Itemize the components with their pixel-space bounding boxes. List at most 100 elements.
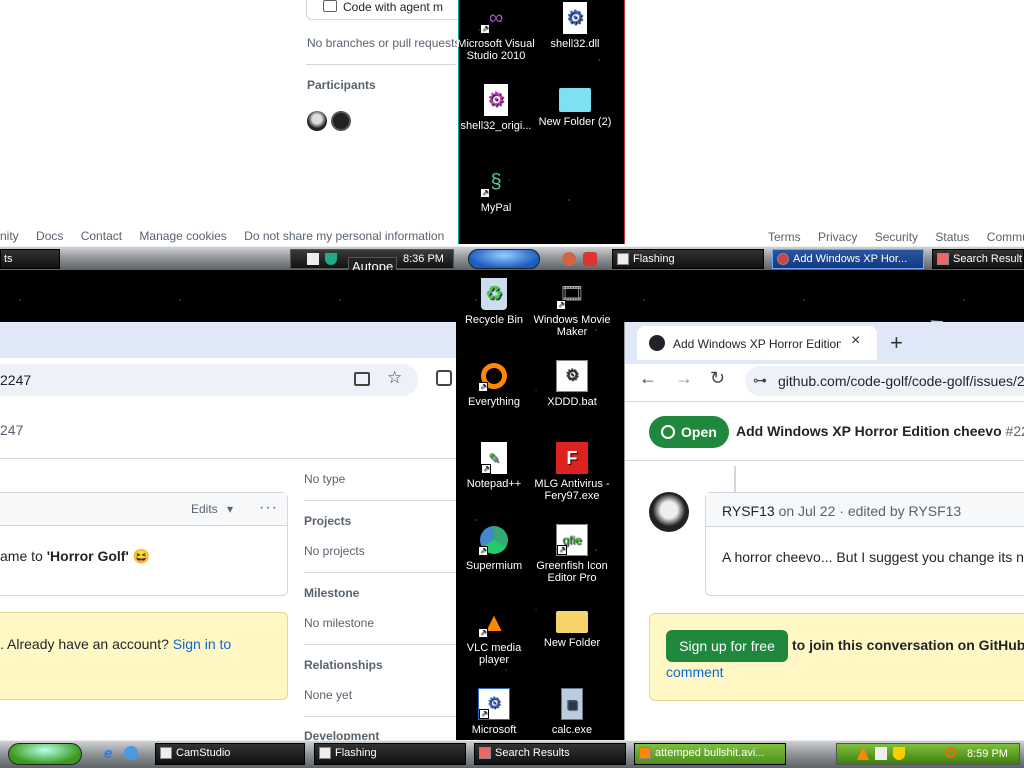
tray-icon[interactable] [307, 253, 319, 265]
desktop-icon-movie-maker[interactable]: 🎞 ↗ Windows Movie Maker [532, 278, 612, 338]
desktop-icon-everything[interactable]: ↗ Everything [454, 360, 534, 408]
avatar[interactable] [331, 111, 351, 131]
url-bar[interactable]: ⊶ github.com/code-golf/code-golf/issues/… [745, 366, 1024, 396]
avatar[interactable] [307, 111, 327, 131]
footer-link[interactable]: Terms [768, 230, 801, 244]
avatar[interactable] [649, 492, 689, 532]
desktop-icon-label: Microsoft Visual Studio 2010 [457, 38, 535, 62]
calculator-icon: ▦ [561, 688, 583, 720]
firefox-icon[interactable] [562, 252, 576, 266]
tray-clock[interactable]: 8:59 PM [967, 745, 1008, 763]
sidebar-type-value: No type [304, 472, 346, 486]
app-icon[interactable] [124, 746, 138, 760]
desktop-icon-label: MyPal [480, 202, 512, 214]
vlc-tray-icon[interactable] [857, 747, 869, 760]
folder-icon [559, 88, 591, 112]
desktop-icon-vlc[interactable]: ▲ ↗ VLC media player [454, 606, 534, 666]
start-button[interactable] [468, 249, 540, 269]
desktop-icon-shell32-orig[interactable]: ⚙ shell32_origi... [456, 84, 536, 132]
desktop-icon-label: Windows Movie Maker [533, 314, 611, 338]
back-icon[interactable]: ← [639, 368, 657, 389]
footer-link[interactable]: Status [935, 230, 969, 244]
taskbar-button-camstudio[interactable]: CamStudio [155, 743, 305, 765]
desktop-icon-mypal[interactable]: § ↗ MyPal [456, 166, 536, 214]
divider [625, 401, 1024, 402]
desktop-icon-greenfish[interactable]: gfie ↗ Greenfish Icon Editor Pro [532, 524, 612, 584]
forward-icon[interactable]: → [675, 368, 693, 389]
install-icon[interactable] [354, 372, 370, 386]
divider [304, 716, 456, 717]
footer-link[interactable]: Docs [36, 229, 63, 243]
computer-icon [323, 0, 337, 12]
desktop-icon-xddd[interactable]: ⚙ XDDD.bat [532, 360, 612, 408]
sidebar-relationships-heading[interactable]: Relationships [304, 658, 383, 672]
desktop-icon-supermium[interactable]: ↗ Supermium [454, 524, 534, 572]
desktop-icon-microsoft[interactable]: ⚙ ↗ Microsoft [454, 688, 534, 736]
sidebar-projects-heading[interactable]: Projects [304, 514, 351, 528]
taskbar-button-video[interactable]: attemped bullshit.avi... [634, 743, 786, 765]
taskbar-button-search-results[interactable]: Search Results [474, 743, 626, 765]
desktop-icon-label: XDDD.bat [547, 396, 597, 408]
supermium-icon: ↗ [478, 524, 510, 556]
taskbar-button-flashing[interactable]: Flashing [612, 249, 764, 269]
code-with-agent-button[interactable]: Code with agent m [306, 0, 466, 20]
desktop-icon-notepad[interactable]: ✎ ↗ Notepad++ [454, 442, 534, 490]
reload-icon[interactable]: ↻ [710, 368, 725, 389]
app-icon[interactable] [583, 252, 597, 266]
signup-comment-link[interactable]: comment [666, 664, 724, 680]
signin-link[interactable]: Sign in to [173, 636, 231, 652]
start-button[interactable] [8, 743, 82, 765]
comment-author[interactable]: RYSF13 [722, 503, 775, 519]
desktop-icon-label: New Folder [543, 637, 601, 649]
tray-clock[interactable]: 8:36 PM [403, 250, 444, 268]
desktop-icon-label: Everything [468, 396, 520, 408]
desktop-icon-mlg-antivirus[interactable]: F MLG Antivirus - Fery97.exe [532, 442, 612, 502]
desktop-icon-new-folder-2[interactable]: New Folder (2) [535, 84, 615, 128]
taskbar-button-label: attemped bullshit.avi... [655, 747, 765, 759]
shield-icon[interactable] [893, 747, 905, 760]
desktop-icon-visual-studio[interactable]: ∞ ↗ Microsoft Visual Studio 2010 [456, 2, 536, 62]
shield-icon[interactable] [325, 253, 337, 265]
tray-icon[interactable] [875, 747, 887, 760]
taskbar-button-flashing[interactable]: Flashing [314, 743, 466, 765]
star-icon[interactable]: ☆ [387, 368, 402, 388]
antivirus-icon: F [556, 442, 588, 474]
recycle-bin-icon: ♻ [481, 278, 507, 310]
comment-body: ame to 'Horror Golf' 😆 [0, 548, 151, 564]
dll-icon: ⚙ [484, 84, 508, 116]
footer-link[interactable]: Do not share my personal information [244, 229, 444, 243]
taskbar-button-github[interactable]: Add Windows XP Hor... [772, 249, 924, 269]
footer-link[interactable]: Contact [81, 229, 122, 243]
desktop-icon-calc[interactable]: ▦ calc.exe [532, 688, 612, 736]
extensions-icon[interactable] [436, 370, 452, 386]
close-icon[interactable]: × [851, 332, 860, 350]
footer-link[interactable]: Manage cookies [139, 229, 226, 243]
timeline-line [734, 466, 736, 492]
desktop-icon-shell32[interactable]: ⚙ shell32.dll [535, 2, 615, 50]
footer-link[interactable]: nity [0, 229, 19, 243]
internet-explorer-icon[interactable]: e [104, 745, 112, 762]
more-options-icon[interactable]: ··· [259, 499, 278, 517]
sidebar-milestone-heading[interactable]: Milestone [304, 586, 359, 600]
divider [304, 572, 456, 573]
site-info-icon[interactable]: ⊶ [753, 372, 767, 389]
taskbar-button-search[interactable]: Search Result [932, 249, 1024, 269]
footer-link[interactable]: Security [875, 230, 918, 244]
search-icon[interactable] [945, 747, 956, 758]
taskbar-button[interactable]: ts [0, 249, 60, 269]
visual-studio-icon: ∞ ↗ [480, 7, 504, 34]
url-text: github.com/code-golf/code-golf/issues/2 [778, 373, 1024, 389]
footer-link[interactable]: Commu [987, 230, 1024, 244]
sidebar-milestone-value: No milestone [304, 616, 375, 630]
new-tab-icon[interactable]: + [890, 330, 903, 356]
signup-button[interactable]: Sign up for free [666, 630, 788, 662]
desktop-icon-recycle-bin[interactable]: ♻ Recycle Bin [454, 278, 534, 326]
left-tab-strip [0, 322, 456, 358]
movie-maker-icon: 🎞 ↗ [556, 283, 585, 310]
left-address-bar[interactable]: 2247 ☆ [0, 364, 418, 396]
footer-link[interactable]: Privacy [818, 230, 857, 244]
edits-dropdown[interactable]: Edits ▾ [191, 502, 233, 516]
issue-title: Add Windows XP Horror Edition cheevo #22 [736, 423, 1024, 439]
tab-github-issue[interactable]: Add Windows XP Horror Edition ch × [637, 326, 877, 360]
desktop-icon-new-folder[interactable]: New Folder [532, 606, 612, 649]
